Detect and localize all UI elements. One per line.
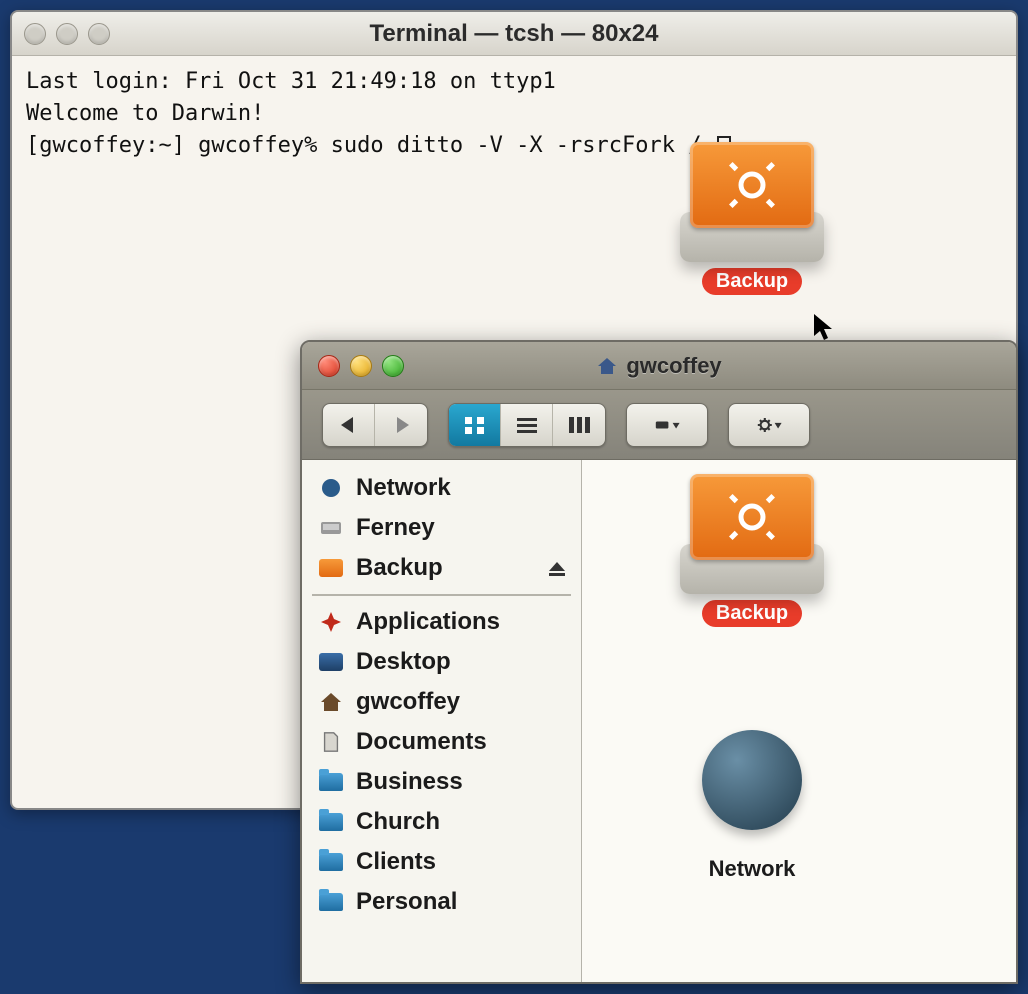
network-globe-icon xyxy=(692,730,812,850)
finder-title: gwcoffey xyxy=(302,353,1016,379)
home-icon xyxy=(596,355,618,377)
content-item-label: Backup xyxy=(702,600,802,627)
desktop-icon xyxy=(316,649,346,675)
eject-icon[interactable] xyxy=(547,558,567,578)
firewire-drive-icon xyxy=(316,555,346,581)
sidebar-item-label: Documents xyxy=(356,728,487,756)
content-item-network[interactable]: Network xyxy=(662,720,842,882)
forward-button[interactable] xyxy=(375,404,427,446)
terminal-line-welcome: Welcome to Darwin! xyxy=(26,101,264,126)
terminal-prompt: [gwcoffey:~] gwcoffey% xyxy=(26,133,331,158)
sidebar-item-documents[interactable]: Documents xyxy=(308,722,575,762)
sidebar-item-label: Business xyxy=(356,768,463,796)
sidebar-item-business[interactable]: Business xyxy=(308,762,575,802)
sidebar-item-ferney[interactable]: Ferney xyxy=(308,508,575,548)
sidebar-item-label: Desktop xyxy=(356,648,451,676)
folder-icon xyxy=(316,849,346,875)
finder-toolbar xyxy=(302,390,1016,460)
terminal-traffic-lights xyxy=(24,23,110,45)
content-item-backup[interactable]: Backup xyxy=(662,464,842,627)
finder-sidebar[interactable]: Network Ferney Backup xyxy=(302,460,582,982)
gear-group xyxy=(728,403,810,447)
mouse-cursor-icon xyxy=(812,312,836,342)
finder-title-text: gwcoffey xyxy=(626,353,721,379)
sidebar-item-personal[interactable]: Personal xyxy=(308,882,575,922)
applications-icon xyxy=(316,609,346,635)
sidebar-item-applications[interactable]: Applications xyxy=(308,602,575,642)
gear-button[interactable] xyxy=(729,404,809,446)
sidebar-item-label: Personal xyxy=(356,888,457,916)
action-group xyxy=(626,403,708,447)
sidebar-item-desktop[interactable]: Desktop xyxy=(308,642,575,682)
action-button[interactable] xyxy=(627,404,707,446)
zoom-button[interactable] xyxy=(382,355,404,377)
finder-titlebar[interactable]: gwcoffey xyxy=(302,342,1016,390)
icon-view-button[interactable] xyxy=(449,404,501,446)
terminal-line-login: Last login: Fri Oct 31 21:49:18 on ttyp1 xyxy=(26,69,556,94)
hdd-icon xyxy=(316,515,346,541)
sidebar-item-backup[interactable]: Backup xyxy=(308,548,575,588)
finder-traffic-lights xyxy=(318,355,404,377)
home-icon xyxy=(316,689,346,715)
firewire-glyph-icon xyxy=(717,155,787,215)
folder-icon xyxy=(316,889,346,915)
sidebar-item-home[interactable]: gwcoffey xyxy=(308,682,575,722)
desktop-drive-label: Backup xyxy=(702,268,802,295)
finder-content[interactable]: Backup Network xyxy=(582,460,1016,982)
firewire-drive-icon xyxy=(672,132,832,262)
sidebar-item-church[interactable]: Church xyxy=(308,802,575,842)
close-button[interactable] xyxy=(24,23,46,45)
folder-icon xyxy=(316,809,346,835)
sidebar-item-label: Network xyxy=(356,474,451,502)
sidebar-item-label: Applications xyxy=(356,608,500,636)
sidebar-item-label: gwcoffey xyxy=(356,688,460,716)
folder-icon xyxy=(316,769,346,795)
network-icon xyxy=(316,475,346,501)
close-button[interactable] xyxy=(318,355,340,377)
firewire-drive-icon xyxy=(672,464,832,594)
firewire-glyph-icon xyxy=(717,487,787,547)
sidebar-item-label: Church xyxy=(356,808,440,836)
sidebar-item-network[interactable]: Network xyxy=(308,468,575,508)
list-view-button[interactable] xyxy=(501,404,553,446)
column-view-button[interactable] xyxy=(553,404,605,446)
sidebar-divider xyxy=(312,594,571,596)
desktop-drive-backup[interactable]: Backup xyxy=(652,132,852,295)
gear-icon xyxy=(755,414,783,436)
finder-window[interactable]: gwcoffey xyxy=(300,340,1018,984)
sidebar-item-label: Ferney xyxy=(356,514,435,542)
sidebar-item-label: Backup xyxy=(356,554,443,582)
back-button[interactable] xyxy=(323,404,375,446)
sidebar-item-clients[interactable]: Clients xyxy=(308,842,575,882)
view-switcher xyxy=(448,403,606,447)
minimize-button[interactable] xyxy=(350,355,372,377)
documents-icon xyxy=(316,729,346,755)
nav-group xyxy=(322,403,428,447)
content-item-label: Network xyxy=(709,856,796,881)
minimize-button[interactable] xyxy=(56,23,78,45)
terminal-title: Terminal — tcsh — 80x24 xyxy=(12,20,1016,48)
terminal-titlebar[interactable]: Terminal — tcsh — 80x24 xyxy=(12,12,1016,56)
sidebar-item-label: Clients xyxy=(356,848,436,876)
zoom-button[interactable] xyxy=(88,23,110,45)
finder-split: Network Ferney Backup xyxy=(302,460,1016,982)
